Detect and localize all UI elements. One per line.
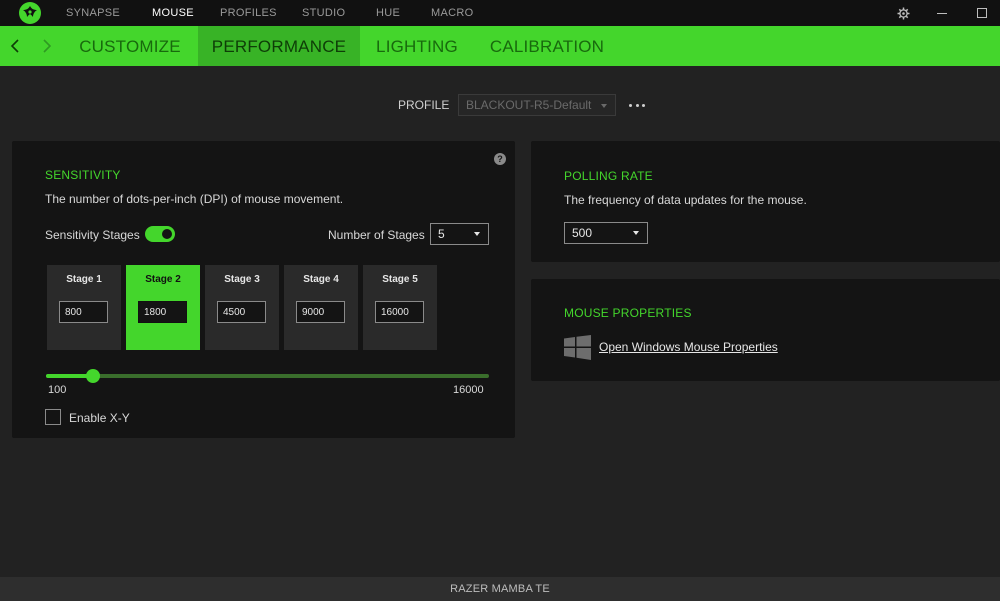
- chevron-down-icon: [633, 231, 639, 235]
- stage-5-dpi-input[interactable]: [375, 301, 424, 323]
- top-bar: SYNAPSE MOUSE PROFILES STUDIO HUE MACRO: [0, 0, 1000, 26]
- profile-dropdown[interactable]: BLACKOUT-R5-Default: [458, 94, 616, 116]
- polling-rate-description: The frequency of data updates for the mo…: [564, 193, 807, 207]
- stage-card-4[interactable]: Stage 4: [284, 265, 358, 350]
- top-nav-mouse[interactable]: MOUSE: [132, 0, 202, 26]
- forward-arrow-icon[interactable]: [36, 26, 58, 66]
- stage-name: Stage 5: [382, 274, 418, 285]
- minimize-icon[interactable]: [929, 0, 955, 26]
- top-nav-hue[interactable]: HUE: [362, 0, 417, 26]
- sensitivity-stages-label: Sensitivity Stages: [45, 228, 140, 242]
- chevron-down-icon: [474, 232, 480, 236]
- synapse-window: SYNAPSE MOUSE PROFILES STUDIO HUE MACRO: [0, 0, 1000, 601]
- settings-gear-icon[interactable]: [890, 0, 916, 26]
- stage-card-5[interactable]: Stage 5: [363, 265, 437, 350]
- open-windows-mouse-properties-link[interactable]: Open Windows Mouse Properties: [599, 340, 778, 354]
- windows-logo-icon: [564, 335, 591, 360]
- more-options-icon[interactable]: [629, 98, 645, 112]
- device-footer: RAZER MAMBA TE: [0, 577, 1000, 601]
- tab-customize[interactable]: CUSTOMIZE: [70, 26, 190, 66]
- mouse-properties-title: MOUSE PROPERTIES: [564, 306, 692, 320]
- stage-name: Stage 1: [66, 274, 102, 285]
- polling-rate-dropdown[interactable]: 500: [564, 222, 648, 244]
- sensitivity-title: SENSITIVITY: [45, 168, 121, 182]
- stage-card-3[interactable]: Stage 3: [205, 265, 279, 350]
- top-nav: SYNAPSE MOUSE PROFILES STUDIO HUE MACRO: [66, 0, 477, 26]
- polling-rate-title: POLLING RATE: [564, 169, 653, 183]
- number-of-stages-value: 5: [438, 227, 445, 241]
- tab-performance[interactable]: PERFORMANCE: [198, 26, 360, 66]
- profile-dropdown-value: BLACKOUT-R5-Default: [466, 98, 592, 112]
- stage-card-2[interactable]: Stage 2: [126, 265, 200, 350]
- stage-name: Stage 4: [303, 274, 339, 285]
- top-nav-studio[interactable]: STUDIO: [286, 0, 362, 26]
- stage-card-1[interactable]: Stage 1: [47, 265, 121, 350]
- back-arrow-icon[interactable]: [4, 26, 26, 66]
- polling-rate-value: 500: [572, 226, 593, 240]
- enable-xy-label: Enable X-Y: [69, 411, 130, 425]
- razer-logo-icon[interactable]: [19, 2, 41, 24]
- stage-name: Stage 3: [224, 274, 260, 285]
- top-nav-profiles[interactable]: PROFILES: [202, 0, 286, 26]
- mouse-properties-panel: [531, 279, 1000, 381]
- dpi-slider-track[interactable]: [46, 374, 489, 378]
- sensitivity-stages-toggle[interactable]: [145, 226, 175, 242]
- stage-name: Stage 2: [145, 274, 181, 285]
- sub-nav-bar: CUSTOMIZE PERFORMANCE LIGHTING CALIBRATI…: [0, 26, 1000, 66]
- stage-2-dpi-input[interactable]: [138, 301, 187, 323]
- sensitivity-description: The number of dots-per-inch (DPI) of mou…: [45, 192, 344, 206]
- maximize-icon[interactable]: [969, 0, 995, 26]
- number-of-stages-label: Number of Stages: [328, 228, 425, 242]
- stage-1-dpi-input[interactable]: [59, 301, 108, 323]
- top-nav-macro[interactable]: MACRO: [417, 0, 477, 26]
- tab-calibration[interactable]: CALIBRATION: [482, 26, 612, 66]
- stage-3-dpi-input[interactable]: [217, 301, 266, 323]
- enable-xy-checkbox[interactable]: [45, 409, 61, 425]
- dpi-slider-min: 100: [48, 384, 67, 396]
- stage-4-dpi-input[interactable]: [296, 301, 345, 323]
- chevron-down-icon: [601, 104, 607, 108]
- number-of-stages-dropdown[interactable]: 5: [430, 223, 489, 245]
- profile-label: PROFILE: [398, 98, 450, 112]
- tab-lighting[interactable]: LIGHTING: [366, 26, 468, 66]
- help-icon[interactable]: ?: [494, 153, 506, 165]
- device-name: RAZER MAMBA TE: [450, 583, 550, 595]
- dpi-slider-max: 16000: [453, 384, 484, 396]
